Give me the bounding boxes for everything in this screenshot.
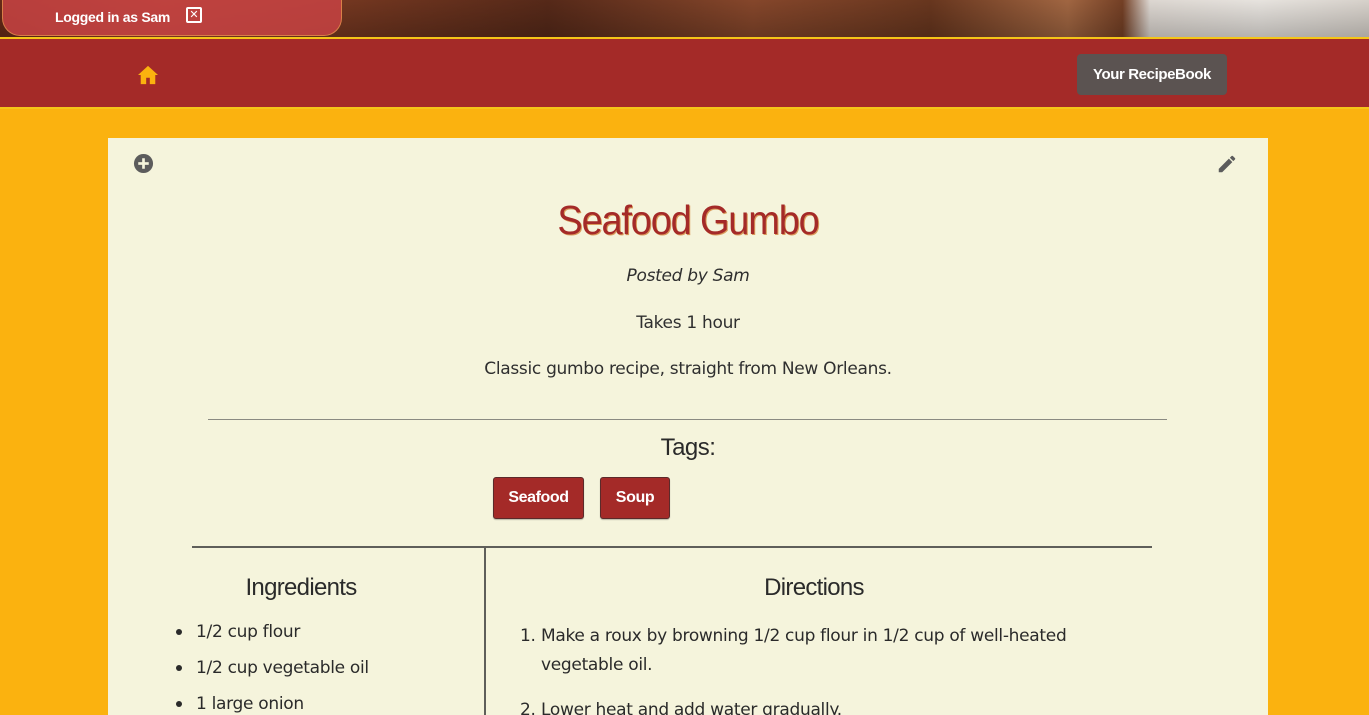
logged-in-label: Logged in as Sam [55, 9, 170, 25]
divider [208, 419, 1167, 420]
list-item: 1 large onion [176, 694, 369, 715]
login-status-pill: Logged in as Sam ✕ [2, 0, 342, 36]
ingredients-list: 1/2 cup flour 1/2 cup vegetable oil 1 la… [176, 622, 369, 715]
list-item: 1/2 cup flour [176, 622, 369, 658]
step-text: Make a roux by browning 1/2 cup flour in… [541, 626, 1067, 646]
tag-button[interactable]: Soup [600, 477, 670, 519]
tag-button[interactable]: Seafood [493, 477, 584, 519]
ingredient-text: 1/2 cup vegetable oil [196, 658, 369, 678]
list-item: 2. Lower heat and add water gradually. [520, 696, 1081, 715]
step-number: 1. [520, 626, 536, 646]
recipe-title: Seafood Gumbo [557, 198, 819, 244]
plus-circle-icon[interactable] [133, 153, 154, 174]
directions-heading: Directions [764, 574, 864, 601]
ingredients-heading: Ingredients [245, 574, 357, 601]
bullet [176, 665, 182, 671]
step-text: Lower heat and add water gradually. [541, 700, 842, 715]
pencil-icon[interactable] [1216, 153, 1238, 175]
posted-by: Posted by Sam [626, 266, 750, 286]
close-icon[interactable]: ✕ [186, 7, 202, 23]
your-recipebook-button[interactable]: Your RecipeBook [1077, 54, 1227, 95]
cook-time: Takes 1 hour [636, 313, 740, 333]
bullet [176, 701, 182, 707]
list-item: 1. Make a roux by browning 1/2 cup flour… [520, 622, 1081, 680]
step-text: vegetable oil. [541, 655, 653, 675]
step-number: 2. [520, 700, 536, 715]
list-item: 1/2 cup vegetable oil [176, 658, 369, 694]
recipe-description: Classic gumbo recipe, straight from New … [484, 359, 892, 379]
ingredient-text: 1 large onion [196, 694, 304, 714]
ingredient-text: 1/2 cup flour [196, 622, 301, 642]
navbar: Your RecipeBook [0, 37, 1369, 109]
recipe-card: Seafood Gumbo Posted by Sam Takes 1 hour… [108, 138, 1268, 715]
divider [192, 546, 1152, 548]
tags-heading: Tags: [660, 434, 716, 461]
home-icon[interactable] [137, 65, 159, 85]
directions-list: 1. Make a roux by browning 1/2 cup flour… [520, 622, 1081, 715]
bullet [176, 629, 182, 635]
